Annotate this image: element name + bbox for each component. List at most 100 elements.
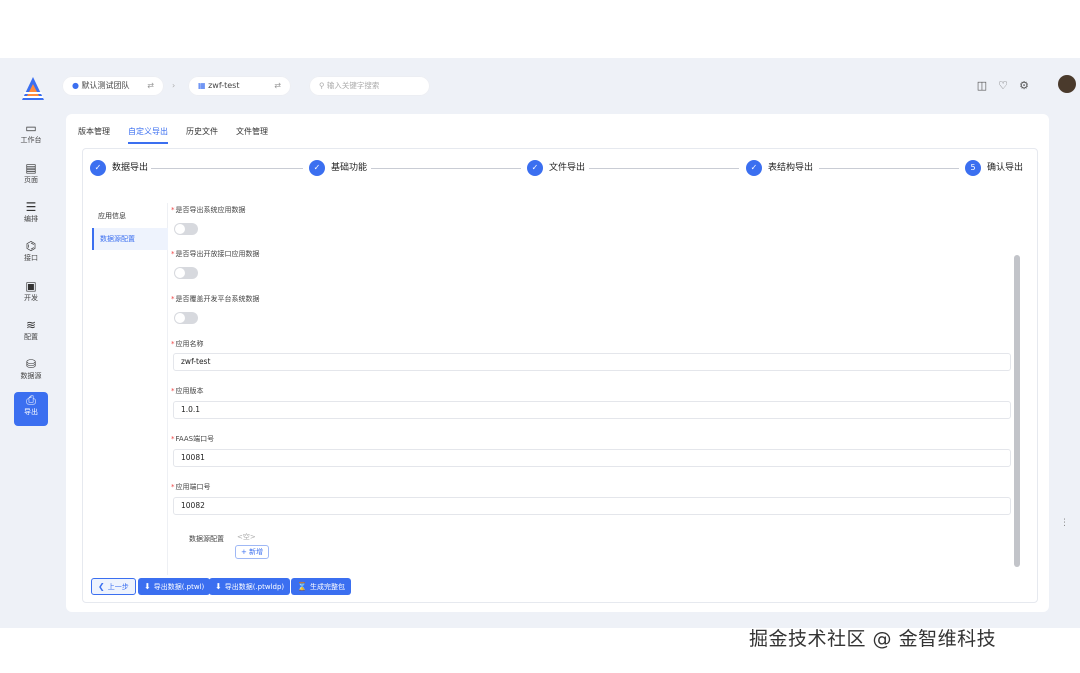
- step-file-export[interactable]: ✓ 文件导出: [527, 158, 585, 178]
- nav-item-datasource[interactable]: ⛁ 数据源: [14, 356, 48, 390]
- nav-item-export[interactable]: ⎙ 导出: [14, 392, 48, 426]
- gear-icon[interactable]: ⚙: [1017, 79, 1031, 93]
- swap-icon[interactable]: ⇄: [274, 76, 281, 96]
- tab-version-management[interactable]: 版本管理: [78, 126, 110, 144]
- swap-icon[interactable]: ⇄: [147, 76, 154, 96]
- export-ptwl-button[interactable]: ⬇ 导出数据(.ptwl): [138, 578, 211, 595]
- translate-icon[interactable]: ◫: [975, 79, 989, 93]
- export-icon: ⎙: [26, 393, 36, 407]
- search-icon: ⚲: [319, 81, 327, 90]
- database-icon: ⛁: [25, 357, 37, 371]
- code-icon: ▣: [25, 279, 37, 293]
- list-icon: ☰: [25, 200, 37, 214]
- tab-custom-export[interactable]: 自定义导出: [128, 126, 168, 144]
- nav-item-label: 编排: [24, 215, 38, 223]
- step-schema-export[interactable]: ✓ 表结构导出: [746, 158, 813, 178]
- section-nav: 应用信息 数据源配置: [92, 203, 168, 575]
- scrollbar-thumb[interactable]: [1014, 255, 1020, 567]
- export-wizard: ✓ 数据导出 ✓ 基础功能 ✓ 文件导出 ✓ 表结构导出 5 确认导出 应用信息 数据源配…: [82, 148, 1038, 603]
- step-connector: [151, 168, 303, 169]
- nav-item-page[interactable]: ▤ 页面: [14, 160, 48, 194]
- nav-item-label: 导出: [24, 408, 38, 416]
- nav-item-label: 数据源: [20, 372, 42, 380]
- nav-item-label: 接口: [24, 254, 38, 262]
- datasource-empty-value: <空>: [237, 533, 256, 541]
- overwrite-platform-data-label: *是否覆盖开发平台系统数据: [171, 295, 260, 303]
- app-name-input[interactable]: zwf-test: [173, 353, 1011, 371]
- download-icon: ⬇: [144, 582, 151, 591]
- step-connector: [819, 168, 959, 169]
- step-label: 文件导出: [549, 163, 586, 173]
- nav-item-label: 配置: [24, 333, 38, 341]
- arrow-left-icon: ❮: [98, 582, 105, 591]
- app-logo-icon: [22, 77, 44, 100]
- check-icon: ✓: [309, 160, 325, 176]
- search-placeholder: 输入关键字搜索: [326, 81, 380, 90]
- api-icon: ⌬: [25, 239, 37, 253]
- monitor-icon: ▭: [25, 121, 37, 135]
- project-selector[interactable]: ▦ zwf-test ⇄: [188, 76, 291, 96]
- step-label: 确认导出: [987, 163, 1024, 173]
- project-name: zwf-test: [208, 81, 240, 90]
- nav-item-label: 工作台: [20, 136, 42, 144]
- bell-icon[interactable]: ♡: [996, 79, 1010, 93]
- nav-item-label: 开发: [24, 294, 38, 302]
- step-label: 数据导出: [112, 163, 149, 173]
- more-icon[interactable]: ⋮: [1060, 518, 1069, 528]
- faas-port-label: *FAAS端口号: [171, 435, 215, 443]
- datasource-config-label: 数据源配置: [189, 535, 224, 543]
- app-version-input[interactable]: 1.0.1: [173, 401, 1011, 419]
- prev-step-button[interactable]: ❮ 上一步: [91, 578, 136, 595]
- app-version-label: *应用版本: [171, 387, 204, 395]
- team-icon: ●: [72, 81, 82, 90]
- app-name-label: *应用名称: [171, 340, 204, 348]
- step-connector: [589, 168, 739, 169]
- step-basic-features[interactable]: ✓ 基础功能: [309, 158, 367, 178]
- export-openapi-data-toggle[interactable]: [174, 267, 198, 279]
- left-nav: ▭ 工作台 ▤ 页面 ☰ 编排 ⌬ 接口 ▣ 开发 ≋ 配置 ⛁ 数据源 ⎙ 导…: [8, 62, 56, 622]
- download-icon: ⬇: [215, 582, 222, 591]
- tab-file-management[interactable]: 文件管理: [236, 126, 268, 144]
- config-icon: ≋: [25, 318, 37, 332]
- team-selector[interactable]: ● 默认测试团队 ⇄: [62, 76, 164, 96]
- nav-item-label: 页面: [24, 176, 38, 184]
- avatar[interactable]: [1058, 75, 1076, 93]
- export-form: *是否导出系统应用数据 *是否导出开放接口应用数据 *是否覆盖开发平台系统数据 …: [171, 197, 1013, 577]
- form-scrollbar[interactable]: [1013, 205, 1021, 577]
- step-data-export[interactable]: ✓ 数据导出: [90, 158, 148, 178]
- generate-package-button[interactable]: ⌛ 生成完整包: [291, 578, 351, 595]
- watermark: 掘金技术社区 @ 金智维科技: [749, 628, 997, 650]
- nav-item-api[interactable]: ⌬ 接口: [14, 238, 48, 272]
- export-ptwldp-button[interactable]: ⬇ 导出数据(.ptwldp): [209, 578, 291, 595]
- overwrite-platform-data-toggle[interactable]: [174, 312, 198, 324]
- check-icon: ✓: [746, 160, 762, 176]
- add-datasource-button[interactable]: + 新增: [235, 545, 269, 559]
- export-openapi-data-label: *是否导出开放接口应用数据: [171, 250, 260, 258]
- faas-port-input[interactable]: 10081: [173, 449, 1011, 467]
- step-connector: [371, 168, 521, 169]
- nav-item-orchestration[interactable]: ☰ 编排: [14, 199, 48, 233]
- check-icon: ✓: [90, 160, 106, 176]
- step-label: 基础功能: [331, 163, 368, 173]
- page-icon: ▤: [25, 161, 37, 175]
- nav-item-workbench[interactable]: ▭ 工作台: [14, 120, 48, 154]
- step-number: 5: [965, 160, 981, 176]
- top-bar: ● 默认测试团队 ⇄ › ▦ zwf-test ⇄ ⚲ 输入关键字搜索 ◫ ♡ …: [62, 72, 1078, 100]
- nav-item-config[interactable]: ≋ 配置: [14, 317, 48, 351]
- hourglass-icon: ⌛: [297, 582, 307, 591]
- team-name: 默认测试团队: [81, 81, 130, 90]
- grid-icon: ▦: [198, 81, 209, 90]
- step-label: 表结构导出: [768, 163, 814, 173]
- check-icon: ✓: [527, 160, 543, 176]
- app-port-label: *应用端口号: [171, 483, 211, 491]
- tab-history-files[interactable]: 历史文件: [186, 126, 218, 144]
- section-app-info[interactable]: 应用信息: [92, 205, 168, 227]
- breadcrumb-separator: ›: [172, 81, 176, 90]
- search-input[interactable]: ⚲ 输入关键字搜索: [309, 76, 430, 96]
- nav-item-develop[interactable]: ▣ 开发: [14, 278, 48, 312]
- section-datasource-config[interactable]: 数据源配置: [92, 228, 168, 250]
- app-port-input[interactable]: 10082: [173, 497, 1011, 515]
- step-confirm-export[interactable]: 5 确认导出: [965, 158, 1023, 178]
- export-system-data-label: *是否导出系统应用数据: [171, 206, 246, 214]
- export-system-data-toggle[interactable]: [174, 223, 198, 235]
